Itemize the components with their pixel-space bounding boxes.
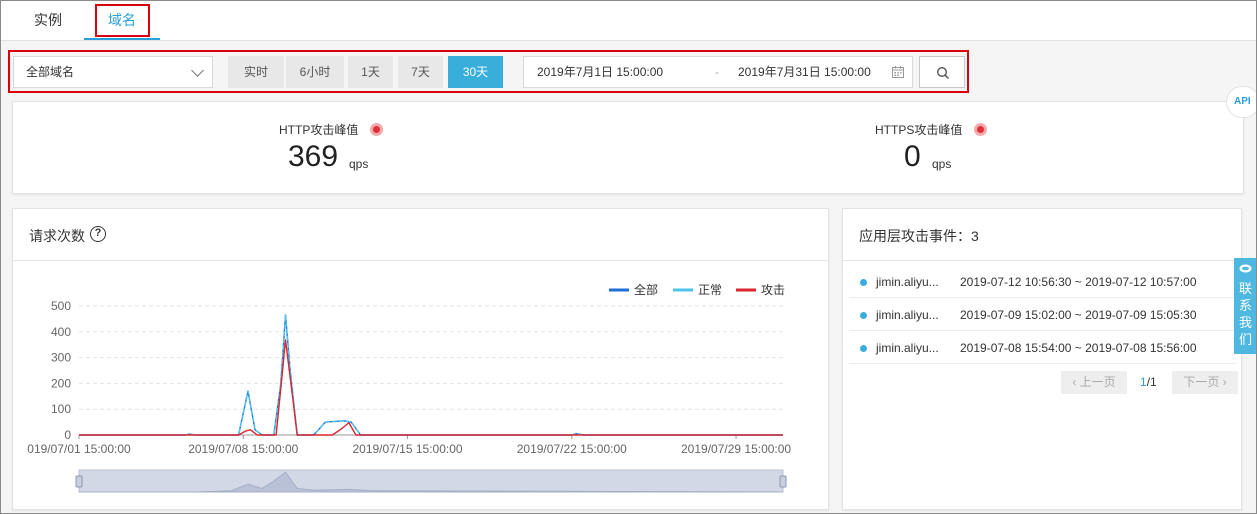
x-tick-label: 2019/07/08 15:00:00 — [188, 442, 298, 456]
tab-instance[interactable]: 实例 — [20, 0, 76, 40]
http-alert-icon — [370, 123, 383, 136]
event-status-dot — [860, 279, 867, 286]
total-pages: /1 — [1146, 375, 1157, 389]
date-end: 2019年7月31日 15:00:00 — [738, 65, 871, 79]
calendar-icon — [892, 66, 904, 78]
chat-icon — [1239, 264, 1252, 273]
y-tick-label: 500 — [51, 299, 71, 313]
event-domain: jimin.aliyu... — [876, 341, 939, 355]
chevron-right-icon: › — [1219, 375, 1227, 389]
legend-label: 全部 — [634, 282, 658, 297]
range-button-realtime[interactable]: 实时 — [228, 56, 284, 88]
event-time: 2019-07-12 10:56:30 ~ 2019-07-12 10:57:0… — [960, 275, 1197, 289]
range-button-7d[interactable]: 7天 — [398, 56, 443, 88]
series-line-1 — [79, 314, 783, 436]
y-tick-label: 200 — [51, 376, 71, 390]
https-peak-unit: qps — [932, 157, 952, 171]
tab-bar: 实例 域名 — [0, 0, 1257, 41]
event-status-dot — [860, 345, 867, 352]
domain-select-value: 全部域名 — [26, 65, 75, 79]
page-indicator: 1/1 — [1140, 375, 1157, 389]
next-page-button[interactable]: 下一页 › — [1172, 371, 1238, 394]
date-start: 2019年7月1日 15:00:00 — [537, 65, 664, 79]
series-line-3 — [79, 339, 783, 436]
range-button-30d[interactable]: 30天 — [448, 56, 503, 88]
legend-label: 攻击 — [761, 283, 785, 297]
x-tick-label: 2019/07/15 15:00:00 — [352, 442, 462, 456]
events-title: 应用层攻击事件：3 — [859, 228, 979, 244]
attack-peak-card: HTTP攻击峰值 369 qps HTTPS攻击峰值 0 qps — [12, 101, 1244, 194]
range-button-6h[interactable]: 6小时 — [286, 56, 344, 88]
attack-events-card: 应用层攻击事件：3 jimin.aliyu... 2019-07-12 10:5… — [842, 208, 1242, 510]
request-count-card: 请求次数 ? 0 100 200 300 400 500 019/07/01 15:00:0… — [12, 208, 829, 510]
x-tick-label: 019/07/01 15:00:00 — [27, 442, 131, 456]
event-time: 2019-07-09 15:02:00 ~ 2019-07-09 15:05:3… — [960, 308, 1197, 322]
prev-page-button[interactable]: ‹ 上一页 — [1061, 371, 1127, 394]
http-peak-unit: qps — [349, 157, 369, 171]
legend-label: 正常 — [698, 283, 722, 297]
y-tick-label: 0 — [64, 428, 71, 442]
range-button-1d[interactable]: 1天 — [348, 56, 393, 88]
current-page: 1 — [1140, 375, 1147, 389]
x-tick-label: 2019/07/22 15:00:00 — [517, 442, 627, 456]
data-zoom-handle-left — [75, 475, 83, 488]
data-zoom-window — [78, 469, 784, 493]
date-separator: - — [715, 65, 719, 79]
data-zoom-handle-right — [779, 475, 787, 488]
next-page-label: 下一页 — [1183, 375, 1220, 389]
event-domain: jimin.aliyu... — [876, 275, 939, 289]
date-range-picker[interactable]: 2019年7月1日 15:00:00 - 2019年7月31日 15:00:00 — [523, 56, 913, 88]
api-badge[interactable]: API — [1226, 86, 1257, 118]
series-line-2 — [79, 314, 783, 436]
event-domain: jimin.aliyu... — [876, 308, 939, 322]
event-row[interactable]: jimin.aliyu... 2019-07-09 15:02:00 ~ 201… — [849, 298, 1237, 331]
domain-select[interactable]: 全部域名 — [13, 56, 213, 88]
https-alert-icon — [974, 123, 987, 136]
card-divider — [843, 260, 1241, 261]
contact-us-label: 联系我们 — [1238, 281, 1252, 347]
chevron-down-icon — [191, 64, 204, 77]
event-row[interactable]: jimin.aliyu... 2019-07-12 10:56:30 ~ 201… — [849, 265, 1237, 298]
highlight-box-tab — [95, 4, 150, 37]
y-tick-label: 300 — [51, 351, 71, 365]
chevron-left-icon: ‹ — [1072, 375, 1080, 389]
y-tick-label: 100 — [51, 402, 71, 416]
active-tab-indicator — [84, 38, 160, 40]
contact-us-tab[interactable]: 联系我们 — [1234, 258, 1257, 354]
https-peak-label: HTTPS攻击峰值 — [875, 123, 963, 137]
http-peak-label: HTTP攻击峰值 — [279, 123, 359, 137]
event-row[interactable]: jimin.aliyu... 2019-07-08 15:54:00 ~ 201… — [849, 331, 1237, 364]
event-time: 2019-07-08 15:54:00 ~ 2019-07-08 15:56:0… — [960, 341, 1197, 355]
search-icon — [936, 66, 950, 80]
http-peak-value: 369 — [288, 140, 339, 173]
prev-page-label: 上一页 — [1079, 375, 1116, 389]
y-tick-label: 400 — [51, 325, 71, 339]
x-tick-label: 2019/07/29 15:00:00 — [681, 442, 791, 456]
request-count-chart: 0 100 200 300 400 500 019/07/01 15:00:00 2019/0… — [27, 282, 791, 493]
https-peak-value: 0 — [904, 140, 921, 173]
event-status-dot — [860, 312, 867, 319]
search-button[interactable] — [919, 56, 965, 88]
